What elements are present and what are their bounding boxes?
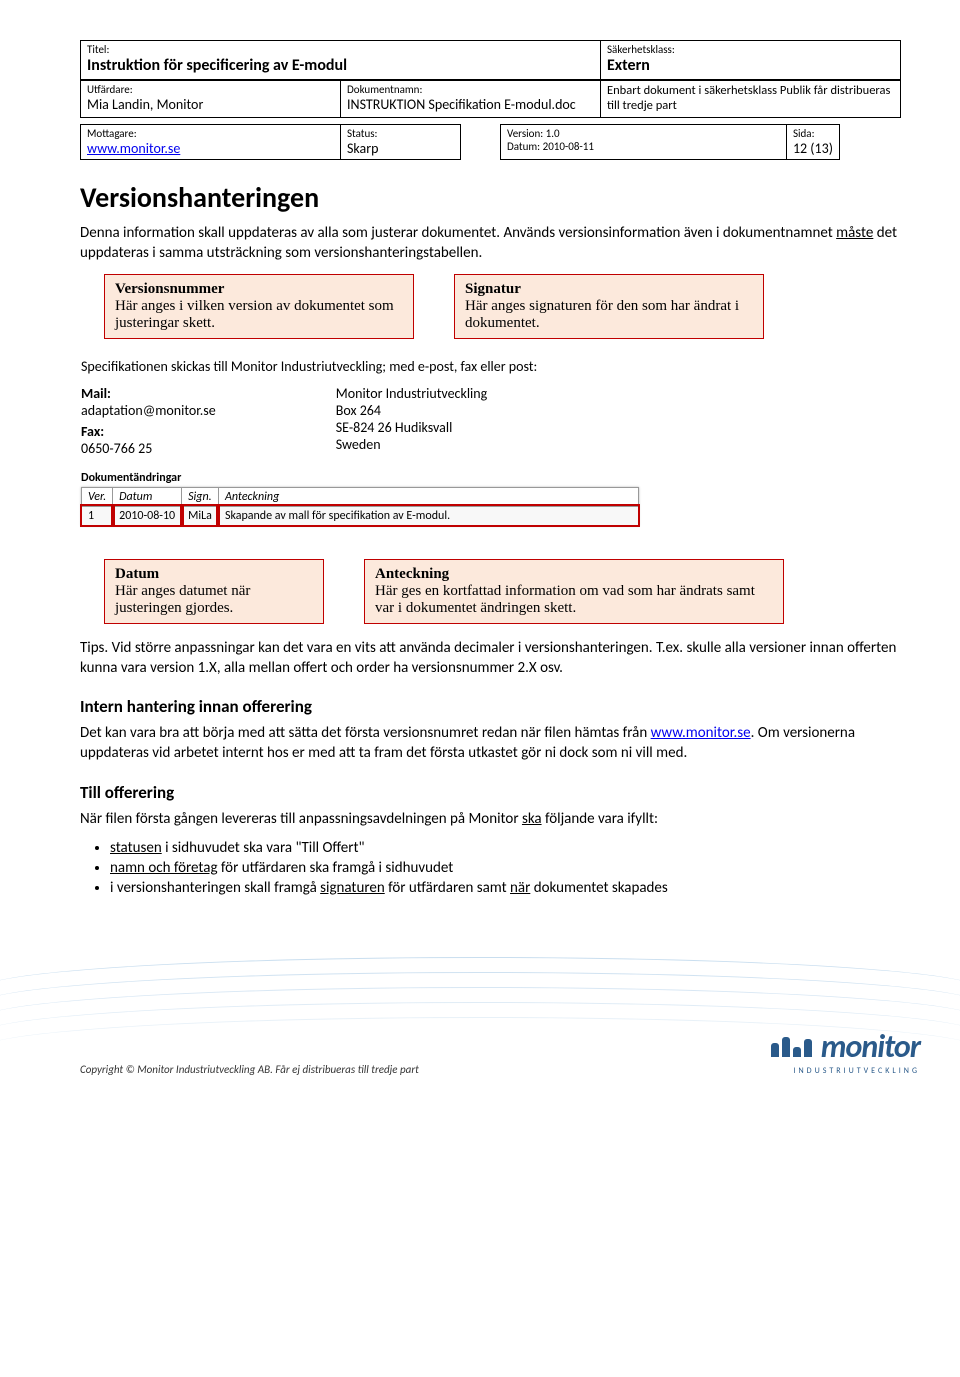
callout-ant-title: Anteckning bbox=[375, 566, 449, 582]
callout-ver-title: Versionsnummer bbox=[115, 281, 224, 297]
bullet-3: i versionshanteringen skall framgå signa… bbox=[110, 879, 900, 897]
header-mottagare-cell: Mottagare: www.monitor.se bbox=[80, 124, 341, 160]
callout-dat-title: Datum bbox=[115, 566, 159, 582]
label-utfardare: Utfärdare: bbox=[87, 83, 334, 96]
para-intro-a: Denna information skall uppdateras av al… bbox=[80, 224, 836, 242]
copyright: Copyright © Monitor Industriutveckling A… bbox=[80, 1063, 419, 1076]
td-ant: Skapande av mall för specifikation av E-… bbox=[218, 506, 638, 525]
label-version: Version: 1.0 bbox=[507, 127, 780, 140]
logo-bars-icon bbox=[771, 1037, 812, 1057]
para-till-u: ska bbox=[522, 810, 542, 828]
b3-b: för utfärdaren samt bbox=[385, 879, 510, 897]
label-datum: Datum: 2010-08-11 bbox=[507, 140, 780, 153]
value-doknamn: INSTRUKTION Specifikation E-modul.doc bbox=[347, 96, 594, 113]
td-datum: 2010-08-10 bbox=[113, 506, 182, 525]
header-utfardare-cell: Utfärdare: Mia Landin, Monitor bbox=[80, 80, 341, 118]
callout-ant-body: Här ges en kortfattad information om vad… bbox=[375, 583, 755, 616]
ss-addr1: Monitor Industriutveckling bbox=[336, 385, 487, 402]
b3-u2: när bbox=[510, 879, 530, 897]
callout-datum: Datum Här anges datumet när justeringen … bbox=[104, 559, 324, 624]
para-till-b: följande vara ifyllt: bbox=[542, 810, 658, 828]
ss-col-left: Mail: adaptation@monitor.se Fax: 0650-76… bbox=[81, 385, 216, 457]
ss-tbl-header: Dokumentändringar bbox=[81, 471, 899, 485]
ss-addr2: Box 264 bbox=[336, 402, 487, 419]
ss-col-right: Monitor Industriutveckling Box 264 SE-82… bbox=[336, 385, 487, 457]
b2-t: för utfärdaren ska framgå i sidhuvudet bbox=[218, 859, 454, 877]
value-titel: Instruktion för specificering av E-modul bbox=[87, 56, 594, 75]
th-ver: Ver. bbox=[82, 487, 113, 506]
b3-a: i versionshanteringen skall framgå bbox=[110, 879, 320, 897]
para-till-a: När filen första gången levereras till a… bbox=[80, 810, 522, 828]
value-mottagare[interactable]: www.monitor.se bbox=[87, 140, 334, 157]
ss-fax-h: Fax: bbox=[81, 423, 216, 440]
callout-ver-body: Här anges i vilken version av dokumentet… bbox=[115, 298, 394, 331]
callout-sig-title: Signatur bbox=[465, 281, 521, 297]
b1-u: statusen bbox=[110, 839, 162, 857]
embedded-screenshot: Specifikationen skickas till Monitor Ind… bbox=[80, 353, 900, 531]
logo-text: monitor bbox=[821, 1027, 920, 1066]
header-title-cell: Titel: Instruktion för specificering av … bbox=[80, 40, 601, 80]
logo: monitor INDUSTRIUTVECKLING bbox=[771, 1027, 920, 1076]
header-version-datum-cell: Version: 1.0 Datum: 2010-08-11 bbox=[500, 124, 787, 160]
value-utfardare: Mia Landin, Monitor bbox=[87, 96, 334, 113]
label-titel: Titel: bbox=[87, 43, 594, 56]
link-monitor[interactable]: www.monitor.se bbox=[651, 724, 751, 742]
b3-c: dokumentet skapades bbox=[530, 879, 667, 897]
para-intro-u: måste bbox=[836, 224, 873, 242]
value-sakerhet: Extern bbox=[607, 56, 894, 75]
label-doknamn: Dokumentnamn: bbox=[347, 83, 594, 96]
td-ver: 1 bbox=[82, 506, 113, 525]
ss-addr4: Sweden bbox=[336, 436, 487, 453]
value-status: Skarp bbox=[347, 140, 454, 157]
label-sakerhet: Säkerhetsklass: bbox=[607, 43, 894, 56]
para-tips: Tips. Vid större anpassningar kan det va… bbox=[80, 638, 900, 679]
para-intern-a: Det kan vara bra att börja med att sätta… bbox=[80, 724, 651, 742]
para-till-off: När filen första gången levereras till a… bbox=[80, 809, 900, 829]
heading-intern: Intern hantering innan offerering bbox=[80, 696, 900, 717]
footer: Copyright © Monitor Industriutveckling A… bbox=[0, 947, 960, 1086]
callout-signatur: Signatur Här anges signaturen för den so… bbox=[454, 274, 764, 339]
callout-versionsnummer: Versionsnummer Här anges i vilken versio… bbox=[104, 274, 414, 339]
b1-t: i sidhuvudet ska vara "Till Offert" bbox=[162, 839, 365, 857]
ss-intro: Specifikationen skickas till Monitor Ind… bbox=[81, 358, 899, 375]
label-status: Status: bbox=[347, 127, 454, 140]
ss-mail-h: Mail: bbox=[81, 385, 216, 402]
callout-sig-body: Här anges signaturen för den som har änd… bbox=[465, 298, 739, 331]
ss-fax-v: 0650-766 25 bbox=[81, 440, 216, 457]
label-sida: Sida: bbox=[793, 127, 833, 140]
header-status-cell: Status: Skarp bbox=[340, 124, 461, 160]
callout-anteckning: Anteckning Här ges en kortfattad informa… bbox=[364, 559, 784, 624]
header-doknamn-cell: Dokumentnamn: INSTRUKTION Specifikation … bbox=[340, 80, 601, 118]
value-sida: 12 (13) bbox=[793, 140, 833, 157]
logo-subtitle: INDUSTRIUTVECKLING bbox=[771, 1066, 920, 1076]
header-sakerhet-cell: Säkerhetsklass: Extern bbox=[600, 40, 901, 80]
heading-versionshanteringen: Versionshanteringen bbox=[80, 180, 900, 215]
th-sign: Sign. bbox=[182, 487, 219, 506]
b3-u1: signaturen bbox=[320, 879, 385, 897]
th-datum: Datum bbox=[113, 487, 182, 506]
label-mottagare: Mottagare: bbox=[87, 127, 334, 140]
para-intro: Denna information skall uppdateras av al… bbox=[80, 223, 900, 264]
ss-addr3: SE-824 26 Hudiksvall bbox=[336, 419, 487, 436]
bullet-1: statusen i sidhuvudet ska vara "Till Off… bbox=[110, 839, 900, 857]
heading-till-offerering: Till offerering bbox=[80, 782, 900, 803]
header-sida-cell: Sida: 12 (13) bbox=[786, 124, 840, 160]
bullet-2: namn och företag för utfärdaren ska fram… bbox=[110, 859, 900, 877]
bullet-list: statusen i sidhuvudet ska vara "Till Off… bbox=[110, 839, 900, 897]
callout-dat-body: Här anges datumet när justeringen gjorde… bbox=[115, 583, 250, 616]
th-ant: Anteckning bbox=[218, 487, 638, 506]
para-intern: Det kan vara bra att börja med att sätta… bbox=[80, 723, 900, 764]
sakerhet-note: Enbart dokument i säkerhetsklass Publik … bbox=[607, 83, 894, 113]
header-sakerhet-note-cell: Enbart dokument i säkerhetsklass Publik … bbox=[600, 80, 901, 118]
ss-mail-v: adaptation@monitor.se bbox=[81, 402, 216, 419]
td-sign: MiLa bbox=[182, 506, 219, 525]
b2-u: namn och företag bbox=[110, 859, 218, 877]
version-table: Ver. Datum Sign. Anteckning 1 2010-08-10… bbox=[81, 487, 639, 526]
